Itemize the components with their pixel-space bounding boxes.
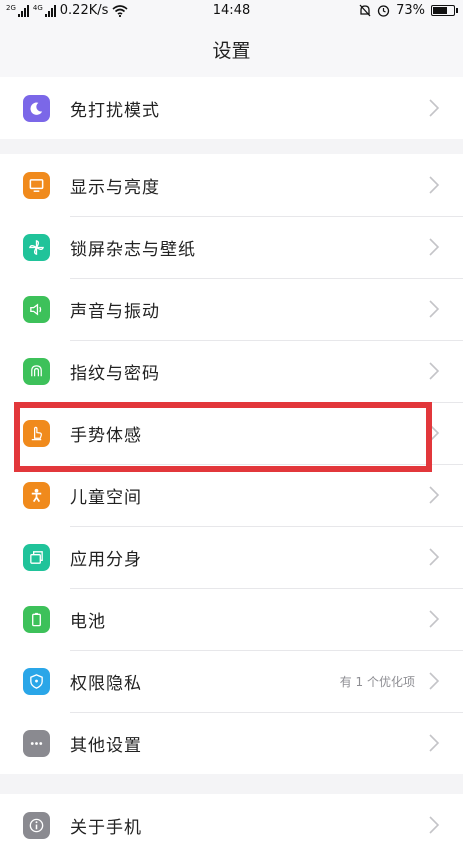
settings-item-label: 显示与亮度 [70,177,160,198]
chevron-right-icon [429,424,440,442]
settings-item-battery[interactable]: 电池 [0,588,463,650]
settings-item-about-phone[interactable]: 关于手机 [0,794,463,856]
settings-item-label: 手势体感 [70,425,142,446]
settings-item-label: 儿童空间 [70,487,142,508]
settings-item-do-not-disturb[interactable]: 免打扰模式 [0,77,463,139]
settings-item-label: 免打扰模式 [70,100,160,121]
chevron-right-icon [429,548,440,566]
settings-item-label: 应用分身 [70,549,142,570]
settings-item-label: 锁屏杂志与壁纸 [70,239,196,260]
chevron-right-icon [429,734,440,752]
battery-icon [23,605,50,633]
status-right: 73% [359,3,458,18]
alarm-icon [377,5,390,17]
chevron-right-icon [429,672,440,690]
settings-item-label: 关于手机 [70,817,142,838]
settings-item-fingerprint-password[interactable]: 指纹与密码 [0,340,463,402]
settings-item-display-brightness[interactable]: 显示与亮度 [0,154,463,216]
settings-item-label: 其他设置 [70,735,142,756]
settings-item-label: 权限隐私 [70,673,142,694]
settings-item-sound-vibration[interactable]: 声音与振动 [0,278,463,340]
chevron-right-icon [429,238,440,256]
status-bar: 2G 4G 0.22K/s 14:48 73% [0,0,463,24]
settings-item-label: 电池 [70,611,106,632]
settings-item-lockscreen-wallpaper[interactable]: 锁屏杂志与壁纸 [0,216,463,278]
pinwheel-icon [23,233,50,261]
chevron-right-icon [429,486,440,504]
chevron-right-icon [429,816,440,834]
info-icon [23,811,50,839]
chevron-right-icon [429,176,440,194]
settings-item-permissions-privacy[interactable]: 权限隐私 有 1 个优化项 [0,650,463,712]
settings-item-other-settings[interactable]: 其他设置 [0,712,463,774]
battery-status-icon [431,5,458,16]
chevron-right-icon [429,300,440,318]
fingerprint-icon [23,357,50,385]
app-clone-icon [23,543,50,571]
display-icon [23,171,50,199]
moon-icon [23,94,50,122]
settings-group-2: 显示与亮度 锁屏杂志与壁纸 声音与振动 指纹与密码 手势体感 儿童空间 应用分身… [0,154,463,774]
settings-group-3: 关于手机 [0,794,463,856]
child-icon [23,481,50,509]
gesture-hand-icon [23,419,50,447]
mute-bell-icon [359,4,371,17]
optimization-hint: 有 1 个优化项 [339,674,415,689]
more-icon [23,729,50,757]
settings-item-gesture-motion[interactable]: 手势体感 [0,402,463,464]
battery-percent: 73% [396,3,425,18]
chevron-right-icon [429,610,440,628]
page-title: 设置 [0,24,463,78]
settings-item-app-clone[interactable]: 应用分身 [0,526,463,588]
shield-icon [23,667,50,695]
speaker-icon [23,295,50,323]
settings-item-label: 声音与振动 [70,301,160,322]
chevron-right-icon [429,362,440,380]
chevron-right-icon [429,99,440,117]
settings-item-label: 指纹与密码 [70,363,160,384]
settings-item-kids-space[interactable]: 儿童空间 [0,464,463,526]
settings-group-1: 免打扰模式 [0,77,463,139]
